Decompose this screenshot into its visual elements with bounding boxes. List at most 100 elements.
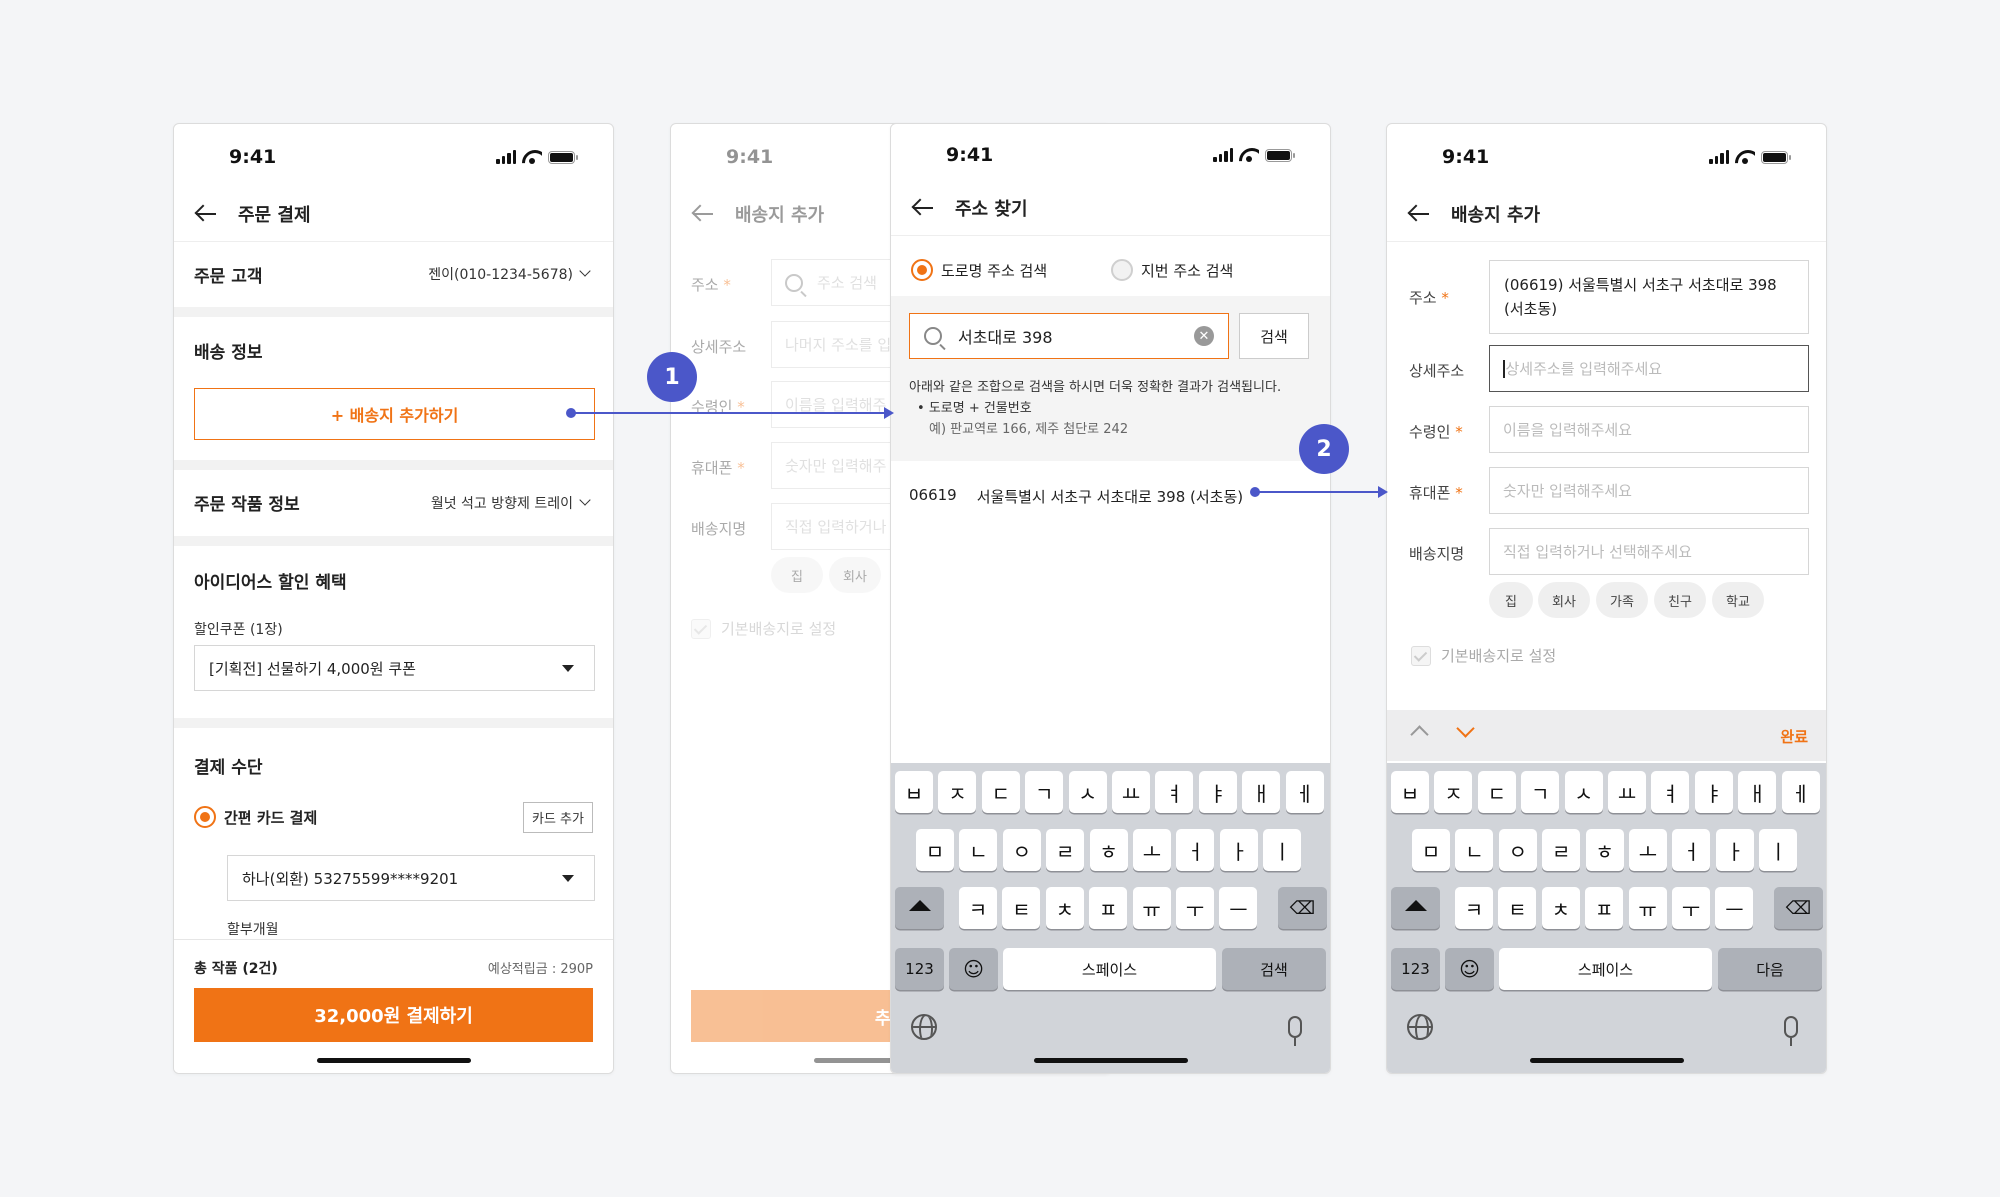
card-select[interactable]: 하나(외환) 53275599****9201 <box>227 855 595 901</box>
key-letter[interactable]: ㅎ <box>1585 829 1624 871</box>
key-letter[interactable]: ㅡ <box>1715 887 1754 929</box>
chevron-up-icon[interactable] <box>1410 725 1429 744</box>
search-result-item[interactable]: 06619 서울특별시 서초구 서초대로 398 (서초동) <box>909 486 1243 507</box>
done-button[interactable]: 완료 <box>1780 726 1808 747</box>
key-letter[interactable]: ㅠ <box>1132 887 1171 929</box>
phone-input[interactable]: 숫자만 입력해주세요 <box>1489 467 1809 514</box>
default-address-checkbox[interactable]: 기본배송지로 설정 <box>691 618 836 639</box>
key-emoji[interactable]: ☺ <box>949 948 998 990</box>
key-letter[interactable]: ㄷ <box>981 771 1020 813</box>
key-letter[interactable]: ㅜ <box>1176 887 1214 929</box>
key-letter[interactable]: ㅐ <box>1242 771 1281 813</box>
chip-home[interactable]: 집 <box>1489 582 1533 618</box>
key-letter[interactable]: ㅂ <box>895 771 933 813</box>
key-backspace[interactable]: ⌫ <box>1774 887 1823 929</box>
key-letter[interactable]: ㅛ <box>1112 771 1150 813</box>
key-letter[interactable]: ㅑ <box>1694 771 1733 813</box>
customer-selector[interactable]: 젠이(010-1234-5678) <box>428 264 591 284</box>
key-letter[interactable]: ㄱ <box>1025 771 1064 813</box>
chip-office[interactable]: 회사 <box>829 557 881 593</box>
back-arrow-icon[interactable] <box>1407 204 1433 224</box>
key-letter[interactable]: ㅜ <box>1672 887 1710 929</box>
key-letter[interactable]: ㅍ <box>1585 887 1624 929</box>
microphone-icon[interactable] <box>1784 1016 1798 1046</box>
key-letter[interactable]: ㅗ <box>1133 829 1171 871</box>
key-letter[interactable]: ㅅ <box>1564 771 1603 813</box>
back-arrow-icon[interactable] <box>691 204 717 224</box>
radio-road-address[interactable]: 도로명 주소 검색 <box>911 259 1047 281</box>
address-input[interactable]: (06619) 서울특별시 서초구 서초대로 398 (서초동) <box>1489 260 1809 334</box>
recipient-input[interactable]: 이름을 입력해주세요 <box>1489 406 1809 453</box>
product-selector[interactable]: 월넛 석고 방향제 트레이 <box>431 493 591 513</box>
key-letter[interactable]: ㄹ <box>1046 829 1085 871</box>
microphone-icon[interactable] <box>1288 1016 1302 1046</box>
key-letter[interactable]: ㅕ <box>1651 771 1690 813</box>
key-letter[interactable]: ㅈ <box>938 771 977 813</box>
key-letter[interactable]: ㅅ <box>1068 771 1107 813</box>
key-letter[interactable]: ㅁ <box>1412 829 1450 871</box>
default-address-checkbox[interactable]: 기본배송지로 설정 <box>1411 645 1556 666</box>
key-next[interactable]: 다음 <box>1718 948 1822 990</box>
chevron-down-icon[interactable] <box>1456 719 1475 738</box>
chip-school[interactable]: 학교 <box>1712 582 1764 618</box>
chip-home[interactable]: 집 <box>771 557 823 593</box>
clear-icon[interactable]: ✕ <box>1194 326 1214 346</box>
key-letter[interactable]: ㅏ <box>1715 829 1754 871</box>
key-letter[interactable]: ㅑ <box>1198 771 1237 813</box>
key-letter[interactable]: ㅊ <box>1541 887 1580 929</box>
detail-input[interactable]: 상세주소를 입력해주세요 <box>1489 345 1809 392</box>
key-letter[interactable]: ㅌ <box>1002 887 1041 929</box>
key-letter[interactable]: ㅋ <box>959 887 997 929</box>
pay-method-radio[interactable]: 간편 카드 결제 <box>194 806 317 828</box>
search-button[interactable]: 검색 <box>1239 313 1309 359</box>
key-space[interactable]: 스페이스 <box>1499 948 1712 990</box>
key-letter[interactable]: ㄷ <box>1477 771 1516 813</box>
address-search-input[interactable]: 서초대로 398 ✕ <box>909 313 1229 359</box>
key-letter[interactable]: ㅈ <box>1434 771 1473 813</box>
key-letter[interactable]: ㅁ <box>916 829 954 871</box>
key-letter[interactable]: ㄴ <box>1455 829 1494 871</box>
coupon-select[interactable]: [기획전] 선물하기 4,000원 쿠폰 <box>194 645 595 691</box>
key-emoji[interactable]: ☺ <box>1445 948 1494 990</box>
key-letter[interactable]: ㅗ <box>1629 829 1667 871</box>
key-letter[interactable]: ㅇ <box>1498 829 1537 871</box>
key-letter[interactable]: ㅓ <box>1672 829 1711 871</box>
key-letter[interactable]: ㅕ <box>1155 771 1194 813</box>
address-name-input[interactable]: 직접 입력하거나 선택해주세요 <box>1489 528 1809 575</box>
key-letter[interactable]: ㅡ <box>1219 887 1258 929</box>
key-letter[interactable]: ㅋ <box>1455 887 1493 929</box>
back-arrow-icon[interactable] <box>194 204 220 224</box>
key-123[interactable]: 123 <box>1391 948 1440 990</box>
key-letter[interactable]: ㄱ <box>1521 771 1560 813</box>
key-letter[interactable]: ㅣ <box>1263 829 1302 871</box>
chip-friend[interactable]: 친구 <box>1654 582 1706 618</box>
key-123[interactable]: 123 <box>895 948 944 990</box>
key-search[interactable]: 검색 <box>1222 948 1326 990</box>
add-address-button[interactable]: + 배송지 추가하기 <box>194 388 595 440</box>
key-letter[interactable]: ㅌ <box>1498 887 1537 929</box>
key-letter[interactable]: ㅇ <box>1002 829 1041 871</box>
radio-lot-address[interactable]: 지번 주소 검색 <box>1111 259 1233 281</box>
globe-icon[interactable] <box>911 1014 937 1040</box>
key-space[interactable]: 스페이스 <box>1003 948 1216 990</box>
key-shift[interactable] <box>895 887 944 929</box>
key-letter[interactable]: ㅊ <box>1045 887 1084 929</box>
key-letter[interactable]: ㅐ <box>1738 771 1777 813</box>
key-letter[interactable]: ㅣ <box>1759 829 1798 871</box>
key-letter[interactable]: ㅂ <box>1391 771 1429 813</box>
chip-office[interactable]: 회사 <box>1538 582 1590 618</box>
pay-button[interactable]: 32,000원 결제하기 <box>194 988 593 1042</box>
key-letter[interactable]: ㅎ <box>1089 829 1128 871</box>
key-letter[interactable]: ㅔ <box>1285 771 1324 813</box>
key-letter[interactable]: ㅠ <box>1628 887 1667 929</box>
globe-icon[interactable] <box>1407 1014 1433 1040</box>
key-letter[interactable]: ㄹ <box>1542 829 1581 871</box>
key-shift[interactable] <box>1391 887 1440 929</box>
key-backspace[interactable]: ⌫ <box>1278 887 1327 929</box>
add-card-button[interactable]: 카드 추가 <box>523 802 593 833</box>
key-letter[interactable]: ㅔ <box>1781 771 1820 813</box>
key-letter[interactable]: ㅏ <box>1219 829 1258 871</box>
key-letter[interactable]: ㄴ <box>959 829 998 871</box>
chip-family[interactable]: 가족 <box>1596 582 1648 618</box>
key-letter[interactable]: ㅛ <box>1608 771 1646 813</box>
